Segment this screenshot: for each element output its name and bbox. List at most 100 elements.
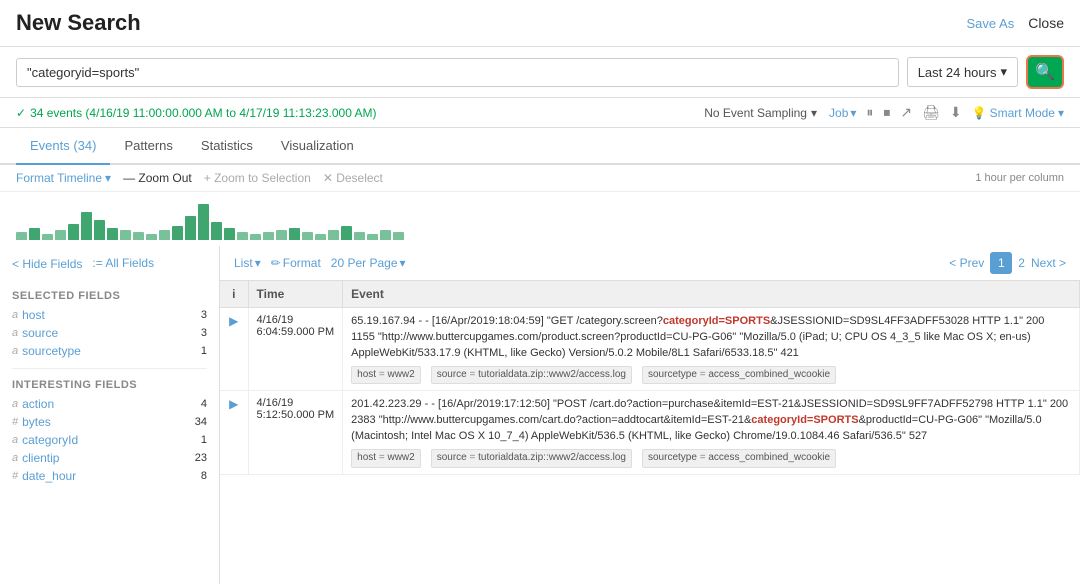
meta-key: source (437, 369, 467, 380)
selected-field-sourcetype[interactable]: asourcetype1 (12, 344, 207, 358)
interesting-field-clientip[interactable]: aclientip23 (12, 451, 207, 465)
field-type-icon: a (12, 398, 18, 410)
events-count-text: 34 events (4/16/19 11:00:00.000 AM to 4/… (30, 106, 376, 120)
histogram-bar[interactable] (224, 228, 235, 240)
prev-page-button[interactable]: < Prev (949, 256, 984, 270)
interesting-fields-title: INTERESTING FIELDS (12, 379, 207, 391)
chevron-down-icon: ▾ (850, 106, 856, 120)
pause-icon[interactable]: ⏸ (866, 104, 873, 121)
histogram-bar[interactable] (120, 230, 131, 240)
zoom-out-button[interactable]: — Zoom Out (123, 171, 192, 185)
histogram-bar[interactable] (367, 234, 378, 240)
meta-val: tutorialdata.zip::www2/access.log (478, 369, 626, 380)
export-icon[interactable]: ⬇ (950, 104, 962, 121)
histogram-bar[interactable] (185, 216, 196, 240)
selected-field-source[interactable]: asource3 (12, 326, 207, 340)
table-row: ▶ 4/16/19 6:04:59.000 PM65.19.167.94 - - … (220, 308, 1080, 391)
sidebar: < Hide Fields := All Fields SELECTED FIE… (0, 246, 220, 584)
chevron-down-icon: ▾ (255, 256, 261, 270)
histogram-bar[interactable] (133, 232, 144, 240)
interesting-field-date_hour[interactable]: #date_hour8 (12, 469, 207, 483)
field-name: sourcetype (22, 344, 81, 358)
chevron-down-icon: ▾ (1000, 64, 1007, 80)
histogram-bar[interactable] (354, 232, 365, 240)
tab-patterns[interactable]: Patterns (110, 128, 186, 165)
tab-visualization[interactable]: Visualization (267, 128, 368, 165)
histogram-bar[interactable] (146, 234, 157, 240)
histogram-bar[interactable] (341, 226, 352, 240)
page-2-button[interactable]: 2 (1018, 256, 1025, 270)
meta-val: www2 (387, 369, 414, 380)
interesting-field-action[interactable]: aaction 4 (12, 397, 207, 411)
meta-key: sourcetype (648, 369, 697, 380)
histogram-bar[interactable] (315, 234, 326, 240)
field-count: 1 (201, 345, 207, 357)
smart-mode-button[interactable]: 💡 Smart Mode ▾ (972, 106, 1064, 120)
selected-field-host[interactable]: ahost3 (12, 308, 207, 322)
next-page-button[interactable]: Next > (1031, 256, 1066, 270)
per-column-label: 1 hour per column (975, 172, 1064, 184)
main-content: < Hide Fields := All Fields SELECTED FIE… (0, 246, 1080, 584)
tab-statistics[interactable]: Statistics (187, 128, 267, 165)
histogram-bar[interactable] (29, 228, 40, 240)
histogram-bar[interactable] (302, 232, 313, 240)
meta-key: host (357, 452, 376, 463)
histogram-bar[interactable] (328, 230, 339, 240)
histogram-bar[interactable] (68, 224, 79, 240)
histogram-bar[interactable] (94, 220, 105, 240)
histogram-bar[interactable] (393, 232, 404, 240)
histogram-bar[interactable] (198, 204, 209, 240)
field-count: 4 (201, 398, 207, 410)
field-count: 1 (201, 434, 207, 446)
print-icon[interactable]: 🖨 (922, 104, 940, 121)
time-range-button[interactable]: Last 24 hours ▾ (907, 57, 1018, 87)
chevron-down-icon: ▾ (811, 106, 817, 120)
format-timeline-button[interactable]: Format Timeline ▾ (16, 171, 111, 185)
zoom-selection-button[interactable]: + Zoom to Selection (204, 171, 311, 185)
histogram-bar[interactable] (172, 226, 183, 240)
histogram (0, 192, 1080, 246)
sampling-button[interactable]: No Event Sampling ▾ (704, 106, 817, 120)
expand-icon[interactable]: ▶ (229, 397, 238, 411)
hide-fields-button[interactable]: < Hide Fields (12, 256, 82, 272)
histogram-bar[interactable] (289, 228, 300, 240)
interesting-field-categoryId[interactable]: acategoryId1 (12, 433, 207, 447)
histogram-bar[interactable] (263, 232, 274, 240)
stop-icon[interactable]: ⏹ (883, 104, 890, 121)
histogram-bar[interactable] (42, 234, 53, 240)
deselect-button[interactable]: ✕ Deselect (323, 171, 383, 185)
format-button[interactable]: ✏ Format (271, 256, 321, 270)
histogram-bar[interactable] (276, 230, 287, 240)
per-page-button[interactable]: 20 Per Page ▾ (331, 256, 406, 270)
time-cell: 4/16/19 6:04:59.000 PM (248, 308, 343, 391)
event-highlight: categoryId=SPORTS (751, 414, 858, 426)
close-button[interactable]: Close (1028, 15, 1064, 31)
event-cell: 65.19.167.94 - - [16/Apr/2019:18:04:59] … (343, 308, 1080, 391)
histogram-bar[interactable] (250, 234, 261, 240)
histogram-bar[interactable] (81, 212, 92, 240)
tab-events[interactable]: Events (34) (16, 128, 110, 165)
job-button[interactable]: Job ▾ (829, 106, 856, 120)
histogram-bar[interactable] (159, 230, 170, 240)
search-button[interactable]: 🔍 (1026, 55, 1064, 89)
expand-icon[interactable]: ▶ (229, 314, 238, 328)
checkmark-icon: ✓ (16, 106, 26, 120)
selected-fields-title: SELECTED FIELDS (12, 290, 207, 302)
save-as-button[interactable]: Save As (967, 16, 1015, 31)
histogram-bar[interactable] (16, 232, 27, 240)
histogram-bar[interactable] (237, 232, 248, 240)
share-icon[interactable]: ↗ (900, 104, 912, 121)
histogram-bar[interactable] (107, 228, 118, 240)
all-fields-button[interactable]: := All Fields (92, 256, 154, 270)
field-name: action (22, 397, 54, 411)
search-input[interactable] (16, 58, 899, 87)
histogram-bar[interactable] (380, 230, 391, 240)
field-count: 3 (201, 309, 207, 321)
interesting-field-bytes[interactable]: #bytes34 (12, 415, 207, 429)
page-1-button[interactable]: 1 (990, 252, 1012, 274)
time-cell: 4/16/19 5:12:50.000 PM (248, 391, 343, 474)
histogram-bar[interactable] (211, 222, 222, 240)
histogram-bar[interactable] (55, 230, 66, 240)
events-bar: ✓ 34 events (4/16/19 11:00:00.000 AM to … (0, 98, 1080, 128)
list-button[interactable]: List ▾ (234, 256, 261, 270)
